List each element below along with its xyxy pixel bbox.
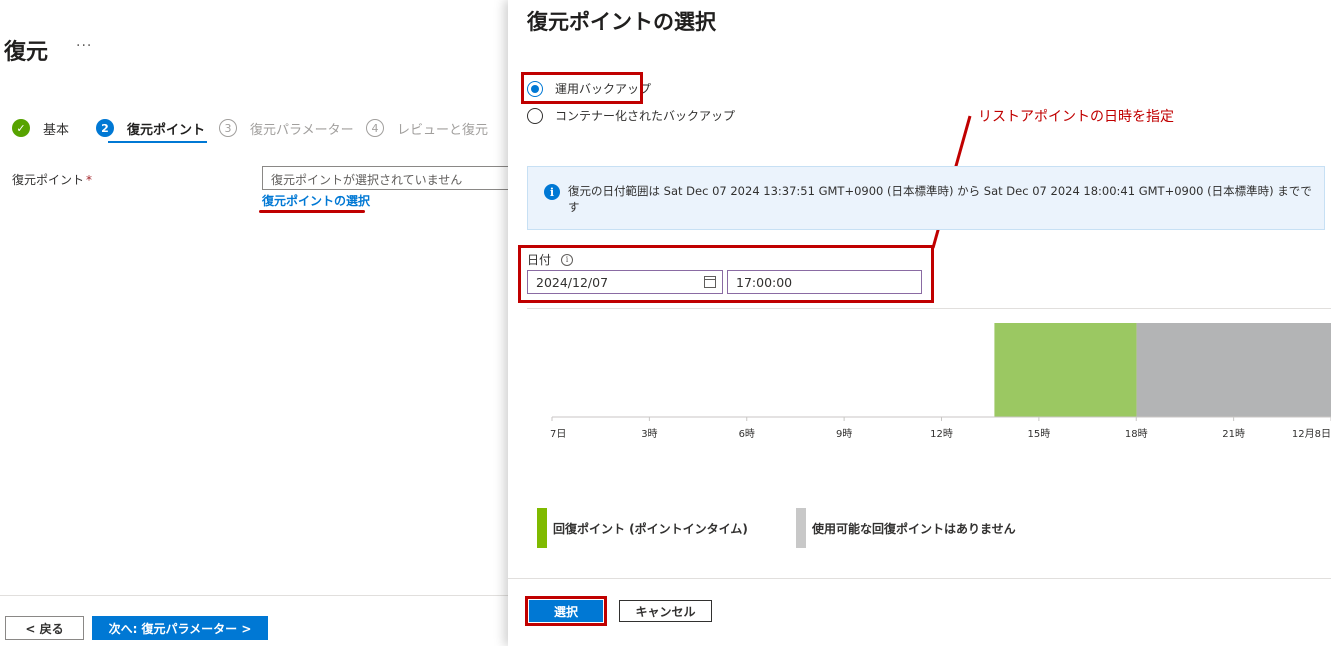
timeline-tick-label: 3時 bbox=[641, 428, 657, 440]
step-label: 復元パラメーター bbox=[250, 122, 354, 138]
next-button[interactable]: 次へ: 復元パラメーター > bbox=[92, 616, 268, 640]
legend-label: 回復ポイント (ポイントインタイム) bbox=[553, 521, 748, 536]
radio-label: コンテナー化されたバックアップ bbox=[555, 109, 736, 123]
required-mark: * bbox=[86, 173, 93, 187]
timeline-tick-label: 6時 bbox=[739, 428, 755, 440]
legend-swatch-green bbox=[537, 508, 547, 548]
select-restore-point-link[interactable]: 復元ポイントの選択 bbox=[262, 192, 370, 209]
annotation-box-select bbox=[525, 596, 607, 626]
footer-divider bbox=[508, 578, 1331, 579]
timeline-tick-label: 7日 bbox=[550, 429, 566, 440]
timeline-tick-label: 9時 bbox=[836, 428, 852, 440]
restore-point-label: 復元ポイント * bbox=[12, 171, 92, 188]
footer-divider bbox=[0, 595, 508, 596]
timeline-tick-label: 21時 bbox=[1222, 428, 1245, 440]
step-label: レビューと復元 bbox=[397, 122, 489, 138]
step-label: 基本 bbox=[43, 122, 70, 138]
cancel-button[interactable]: キャンセル bbox=[619, 600, 712, 622]
step-review-restore[interactable]: 4 レビューと復元 bbox=[366, 116, 488, 140]
more-options-icon[interactable]: ··· bbox=[76, 38, 92, 54]
back-button[interactable]: < 戻る bbox=[5, 616, 84, 640]
legend-item-no-recovery-points: 使用可能な回復ポイントはありません bbox=[796, 508, 1016, 548]
checkmark-icon: ✓ bbox=[12, 119, 30, 137]
active-step-underline bbox=[108, 141, 207, 143]
step-number: 2 bbox=[96, 119, 114, 137]
annotation-underline bbox=[259, 210, 365, 213]
legend-swatch-gray bbox=[796, 508, 806, 548]
timeline-tick-label: 12時 bbox=[930, 428, 953, 440]
step-basics[interactable]: ✓ 基本 bbox=[12, 116, 69, 140]
restore-wizard-pane: 復元 ··· ✓ 基本 2 復元ポイント 3 復元パラメーター 4 レビューと復… bbox=[0, 0, 508, 646]
step-restore-parameters[interactable]: 3 復元パラメーター bbox=[219, 116, 354, 140]
annotation-text: リストアポイントの日時を指定 bbox=[978, 109, 1174, 125]
annotation-box-date bbox=[518, 245, 934, 303]
label-text: 復元ポイント bbox=[12, 173, 85, 187]
timeline-tick-label: 12月8日 bbox=[1292, 428, 1331, 440]
section-divider bbox=[527, 308, 1331, 309]
step-label: 復元ポイント bbox=[127, 122, 206, 138]
info-text: 復元の日付範囲は Sat Dec 07 2024 13:37:51 GMT+09… bbox=[568, 184, 1312, 214]
step-restore-point[interactable]: 2 復元ポイント bbox=[96, 116, 205, 140]
step-number: 4 bbox=[366, 119, 384, 137]
radio-button[interactable] bbox=[527, 107, 543, 124]
timeline-bar-1 bbox=[1136, 323, 1331, 417]
radio-vaulted-backup[interactable]: コンテナー化されたバックアップ bbox=[527, 107, 735, 124]
legend-label: 使用可能な回復ポイントはありません bbox=[812, 521, 1016, 536]
legend-item-recovery-points: 回復ポイント (ポイントインタイム) bbox=[537, 508, 748, 548]
select-restore-point-blade: 復元ポイントの選択 運用バックアップ コンテナー化されたバックアップ リストアポ… bbox=[508, 0, 1331, 646]
info-banner: i 復元の日付範囲は Sat Dec 07 2024 13:37:51 GMT+… bbox=[527, 166, 1325, 230]
restore-point-timeline-chart: 7日 3時 6時 9時 12時 15時 18時 21時 12月8日 bbox=[550, 323, 1331, 440]
page-title: 復元 bbox=[4, 40, 49, 65]
timeline-bar-0 bbox=[994, 323, 1137, 417]
blade-title: 復元ポイントの選択 bbox=[527, 10, 716, 34]
info-icon: i bbox=[544, 184, 560, 200]
step-number: 3 bbox=[219, 119, 237, 137]
timeline-tick-label: 18時 bbox=[1125, 428, 1148, 440]
annotation-box-radio bbox=[521, 72, 643, 104]
restore-point-field: 復元ポイントが選択されていません bbox=[262, 166, 508, 190]
timeline-tick-label: 15時 bbox=[1028, 428, 1051, 440]
